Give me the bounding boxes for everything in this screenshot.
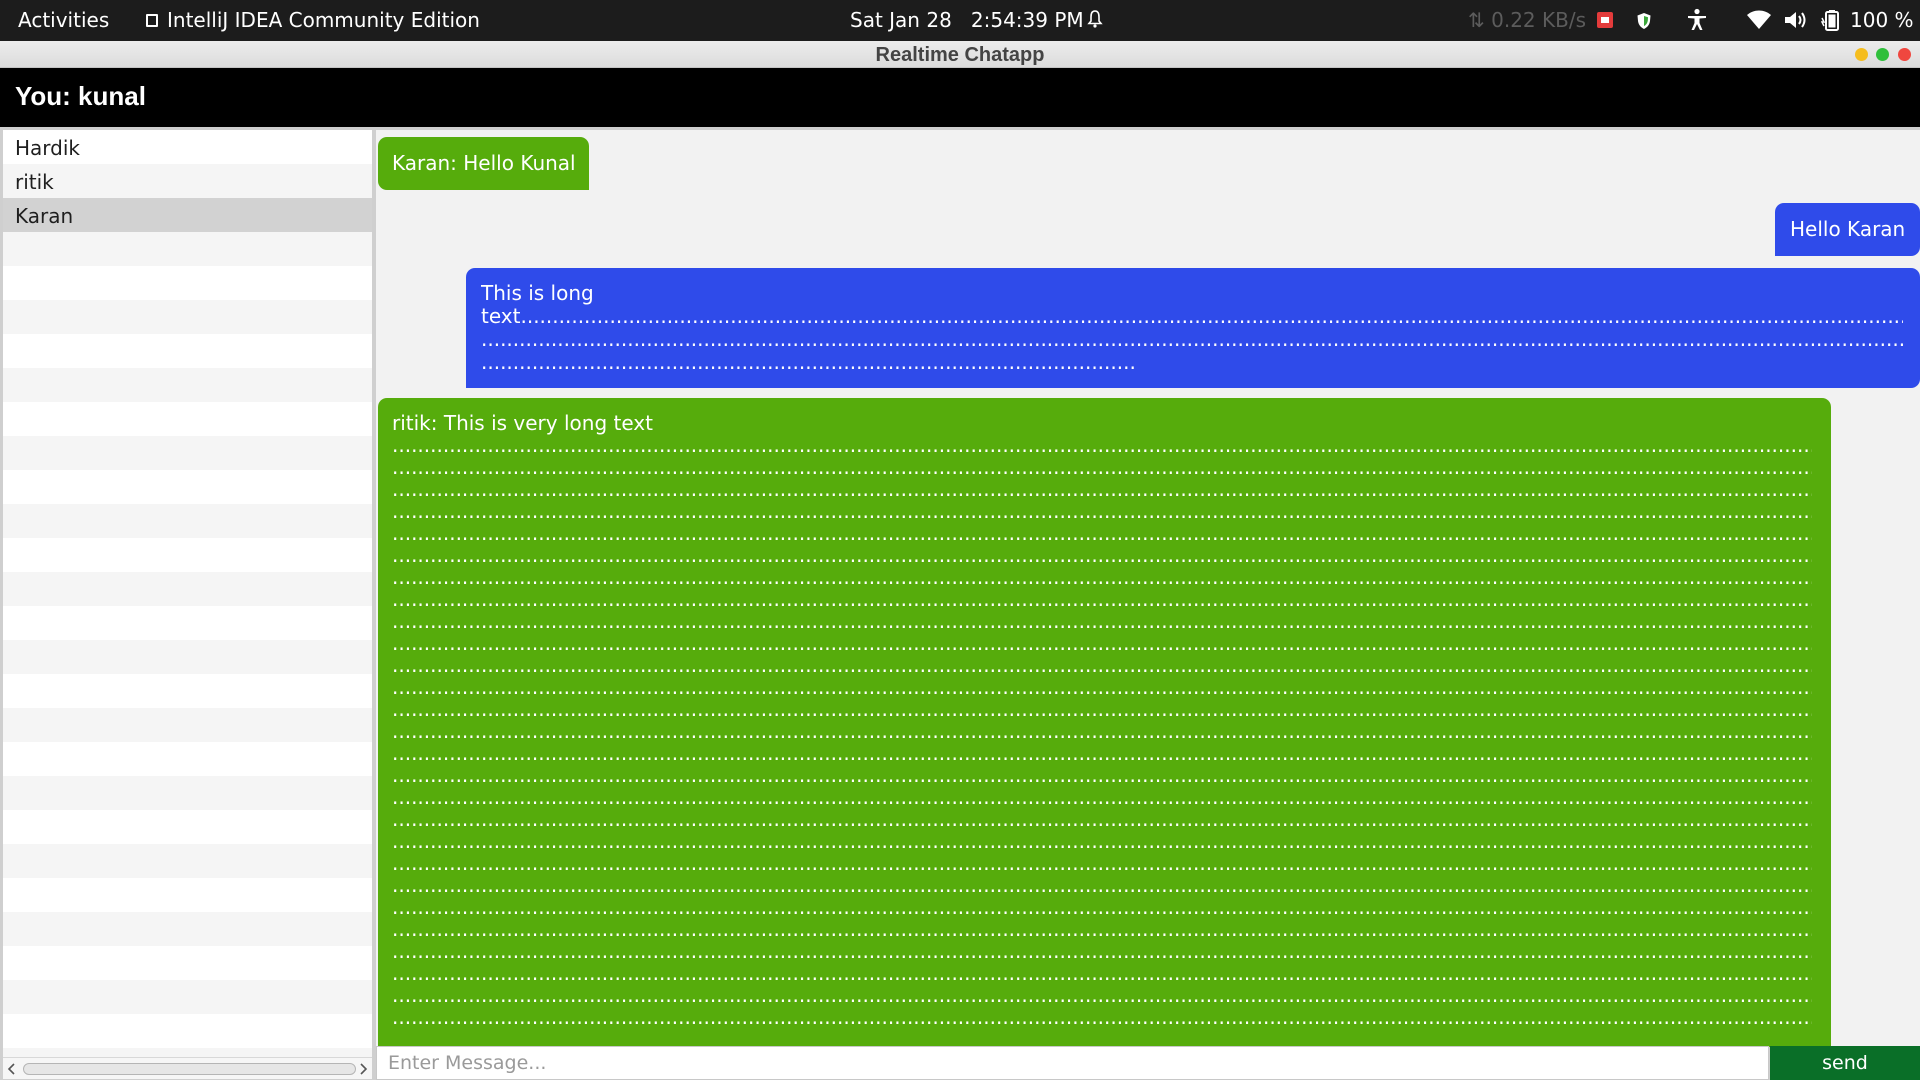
empty-list-row <box>3 334 372 368</box>
chat-messages-area[interactable]: Karan: Hello Kunal Hello Karan This is l… <box>376 130 1920 1047</box>
current-user-label: You: kunal <box>15 81 146 111</box>
empty-list-row <box>3 742 372 776</box>
contact-list[interactable]: Hardik ritik Karan <box>3 130 372 1057</box>
clock[interactable]: Sat Jan 28 2:54:39 PM <box>850 8 1084 32</box>
empty-list-row <box>3 776 372 810</box>
maximize-button[interactable] <box>1876 48 1889 61</box>
red-app-indicator-icon[interactable] <box>1597 12 1613 28</box>
empty-list-row <box>3 538 372 572</box>
close-button[interactable] <box>1898 48 1911 61</box>
activities-button[interactable]: Activities <box>18 8 109 32</box>
empty-list-row <box>3 606 372 640</box>
contact-name: ritik <box>15 170 54 194</box>
scroll-right-arrow-icon[interactable] <box>356 1061 370 1077</box>
empty-list-row <box>3 946 372 980</box>
empty-list-row <box>3 504 372 538</box>
empty-list-row <box>3 266 372 300</box>
clock-date: Sat Jan 28 <box>850 8 952 32</box>
message-text: Hello Karan <box>1790 217 1906 241</box>
app-menu-name[interactable]: IntelliJ IDEA Community Edition <box>167 8 480 32</box>
empty-list-row <box>3 912 372 946</box>
clock-time: 2:54:39 PM <box>970 8 1084 32</box>
content-area: Hardik ritik Karan Karan: Hello Kunal He… <box>0 127 1920 1080</box>
contact-name: Hardik <box>15 136 80 160</box>
empty-list-row <box>3 300 372 334</box>
message-text: Karan: Hello Kunal <box>392 151 576 175</box>
contact-list-scrollbar[interactable] <box>3 1057 372 1079</box>
empty-list-row <box>3 1014 372 1048</box>
empty-list-row <box>3 810 372 844</box>
message-bubble-outgoing: This is long text.......................… <box>466 268 1920 388</box>
system-top-bar: Activities IntelliJ IDEA Community Editi… <box>0 0 1920 41</box>
empty-list-row <box>3 572 372 606</box>
message-bubble-incoming: ritik: This is very long text ..........… <box>378 398 1831 1047</box>
scroll-left-arrow-icon[interactable] <box>5 1061 19 1077</box>
user-header: You: kunal <box>0 68 1920 127</box>
contact-item-hardik[interactable]: Hardik <box>3 130 372 164</box>
window-title-bar[interactable]: Realtime Chatapp <box>0 41 1920 68</box>
empty-list-row <box>3 232 372 266</box>
contact-item-ritik[interactable]: ritik <box>3 164 372 198</box>
contact-name: Karan <box>15 204 74 228</box>
accessibility-icon[interactable] <box>1686 8 1708 32</box>
app-window-icon <box>146 14 158 27</box>
message-input[interactable] <box>376 1046 1769 1080</box>
send-button[interactable]: send <box>1770 1046 1920 1080</box>
message-bubble-incoming: Karan: Hello Kunal <box>378 137 589 190</box>
empty-list-row <box>3 402 372 436</box>
empty-list-row <box>3 368 372 402</box>
minimize-button[interactable] <box>1855 48 1868 61</box>
message-bubble-outgoing: Hello Karan <box>1775 203 1920 256</box>
empty-list-row <box>3 640 372 674</box>
contact-item-karan[interactable]: Karan <box>3 198 372 232</box>
wifi-icon[interactable] <box>1746 10 1772 30</box>
message-text: ritik: This is very long text ..........… <box>392 412 1812 1029</box>
empty-list-row <box>3 878 372 912</box>
empty-list-row <box>3 470 372 504</box>
battery-percentage: 100 % <box>1850 8 1914 32</box>
empty-list-row <box>3 844 372 878</box>
empty-list-row <box>3 708 372 742</box>
window-title: Realtime Chatapp <box>875 44 1045 66</box>
message-text: This is long text.......................… <box>481 282 1903 374</box>
alarm-bell-icon <box>1087 10 1103 28</box>
empty-list-row <box>3 980 372 1014</box>
empty-list-row <box>3 436 372 470</box>
battery-icon[interactable] <box>1821 9 1843 31</box>
volume-icon[interactable] <box>1783 9 1809 31</box>
empty-list-row <box>3 1048 372 1057</box>
empty-list-row <box>3 674 372 708</box>
network-speed: ⇅ 0.22 KB/s <box>1468 8 1586 32</box>
scroll-thumb[interactable] <box>23 1063 356 1075</box>
shield-icon[interactable] <box>1636 12 1652 30</box>
